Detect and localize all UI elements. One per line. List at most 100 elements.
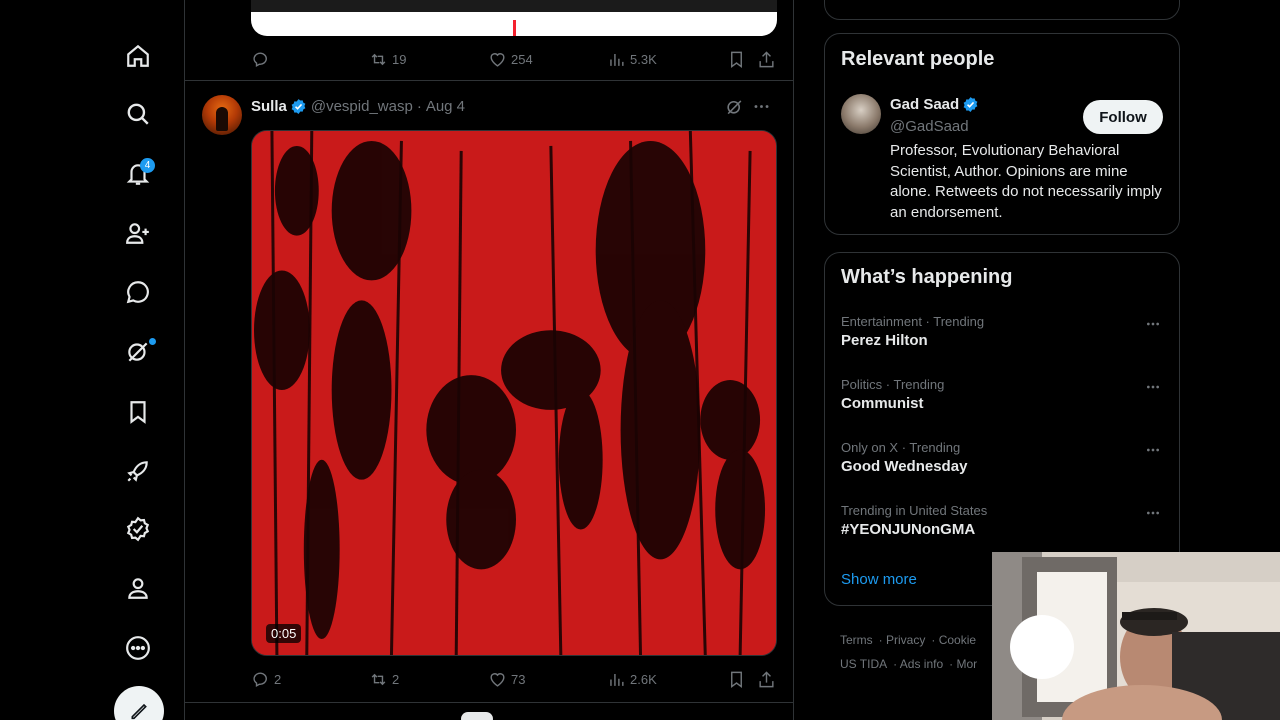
add-person-icon <box>126 223 149 244</box>
chat-bubble-icon <box>126 281 149 304</box>
reply-icon <box>253 671 267 687</box>
separator: · <box>416 97 422 115</box>
search-icon <box>127 103 149 125</box>
retweet-icon <box>371 53 386 65</box>
like-button[interactable]: 73 <box>488 670 525 689</box>
video-duration: 0:05 <box>266 624 302 643</box>
share-icon <box>759 670 774 687</box>
footer-link[interactable]: US TIDA <box>840 657 887 671</box>
nav-more[interactable] <box>112 622 164 674</box>
footer-link[interactable]: Ads info <box>900 657 943 671</box>
trend-more-button[interactable] <box>1143 440 1163 460</box>
verified-badge-icon <box>126 516 150 542</box>
nav-explore[interactable] <box>112 88 164 140</box>
post-date[interactable]: Aug 4 <box>426 98 465 115</box>
post-actions: 2 2 73 2.6K <box>251 667 777 691</box>
nav-jobs[interactable] <box>112 445 164 497</box>
video-progress-marker <box>513 20 516 36</box>
bookmark-button[interactable] <box>727 50 750 69</box>
author-handle[interactable]: @vespid_wasp <box>311 98 413 115</box>
more-options-icon[interactable] <box>752 97 771 116</box>
retweet-count: 19 <box>392 51 407 67</box>
webcam-feed <box>992 552 1280 720</box>
nav-indicator-dot <box>149 338 156 345</box>
avatar[interactable] <box>841 94 881 134</box>
more-options-icon <box>1147 511 1159 515</box>
nav-messages[interactable] <box>112 266 164 318</box>
nav-premium[interactable] <box>112 503 164 555</box>
notification-badge: 4 <box>140 158 155 173</box>
bookmark-icon <box>731 51 742 68</box>
home-icon <box>127 44 149 67</box>
more-options-icon <box>1147 448 1159 452</box>
trend-more-button[interactable] <box>1143 314 1163 334</box>
avatar[interactable] <box>202 95 242 135</box>
more-circle-icon <box>126 636 150 660</box>
heart-icon <box>490 52 505 67</box>
post-header-actions <box>725 96 771 116</box>
more-options-icon <box>1147 322 1159 326</box>
feather-icon <box>131 703 147 720</box>
show-more-link[interactable]: Show more <box>841 571 917 588</box>
trend-more-button[interactable] <box>1143 503 1163 523</box>
like-count: 254 <box>511 51 533 67</box>
heart-icon <box>490 672 505 687</box>
relevant-people-title: Relevant people <box>841 48 995 70</box>
trend-name: #YEONJUNonGMA <box>841 521 976 538</box>
trend-name: Good Wednesday <box>841 458 968 475</box>
grok-icon <box>128 342 148 362</box>
person-handle[interactable]: @GadSaad <box>890 118 969 135</box>
trend-more-button[interactable] <box>1143 377 1163 397</box>
share-button[interactable] <box>757 50 780 69</box>
footer-link[interactable]: Privacy <box>886 633 925 647</box>
primary-nav: 4 <box>112 0 164 720</box>
retweet-count: 2 <box>392 671 400 687</box>
nav-notifications[interactable]: 4 <box>112 148 164 200</box>
webcam-overlay <box>992 552 1280 720</box>
nav-bookmarks[interactable] <box>112 386 164 438</box>
views-button[interactable]: 2.6K <box>607 670 657 689</box>
trend-item[interactable]: Entertainment · Trending Perez Hilton <box>841 314 1163 349</box>
bar-chart-icon <box>610 53 624 66</box>
nav-home[interactable] <box>112 30 164 82</box>
retweet-button[interactable]: 2 <box>369 670 399 689</box>
view-count: 2.6K <box>630 671 657 687</box>
like-count: 73 <box>511 671 526 687</box>
follow-button[interactable]: Follow <box>1083 100 1163 134</box>
post-divider <box>185 80 793 81</box>
author-name[interactable]: Sulla <box>251 98 287 115</box>
share-button[interactable] <box>757 670 780 689</box>
person-name: Gad Saad <box>890 96 960 113</box>
footer-link[interactable]: Terms <box>840 633 873 647</box>
reply-button[interactable]: 2 <box>251 670 281 689</box>
grok-icon[interactable] <box>725 97 744 116</box>
bar-chart-icon <box>610 673 624 686</box>
bookmark-icon <box>130 401 146 424</box>
trend-context: Only on X · Trending <box>841 440 961 455</box>
verified-icon <box>963 97 978 112</box>
views-button[interactable]: 5.3K <box>607 50 657 69</box>
trend-context: Trending in United States <box>841 503 988 518</box>
retweet-button[interactable]: 19 <box>369 50 406 69</box>
timeline: 19 254 5.3K Sulla @vespid_wasp · Aug 4 0… <box>184 0 794 720</box>
like-button[interactable]: 254 <box>488 50 533 69</box>
bookmark-button[interactable] <box>727 670 750 689</box>
nav-profile[interactable] <box>112 562 164 614</box>
person-icon <box>128 578 148 599</box>
person-name-row[interactable]: Gad Saad <box>890 96 983 113</box>
trend-item[interactable]: Trending in United States #YEONJUNonGMA <box>841 503 1163 538</box>
post-divider <box>185 702 793 703</box>
video-frame <box>252 131 776 655</box>
footer-link[interactable]: Mor <box>957 657 978 671</box>
footer-link[interactable]: Cookie <box>939 633 976 647</box>
nav-follow[interactable] <box>112 207 164 259</box>
retweet-icon <box>371 673 386 685</box>
trend-item[interactable]: Only on X · Trending Good Wednesday <box>841 440 1163 475</box>
previous-post-media[interactable] <box>251 0 777 36</box>
nav-grok[interactable] <box>112 325 164 377</box>
reply-button[interactable] <box>251 50 274 69</box>
relevant-people-card: Relevant people Gad Saad @GadSaad Follow… <box>824 33 1180 235</box>
rocket-icon <box>127 461 148 482</box>
trend-item[interactable]: Politics · Trending Communist <box>841 377 1163 412</box>
post-video[interactable]: 0:05 <box>251 130 777 656</box>
